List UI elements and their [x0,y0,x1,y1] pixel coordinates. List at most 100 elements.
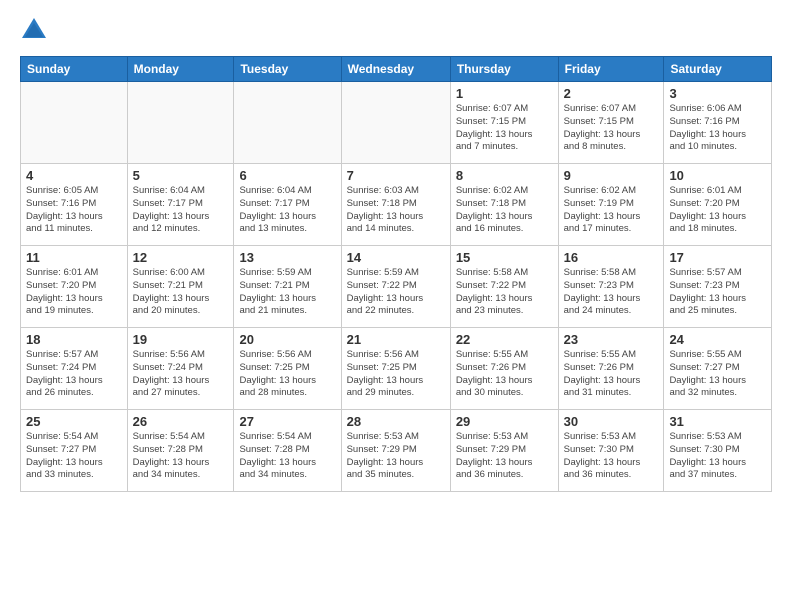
calendar-cell: 18 Sunrise: 5:57 AM Sunset: 7:24 PM Dayli… [21,328,128,410]
day-info: Sunrise: 6:00 AM Sunset: 7:21 PM Dayligh… [133,267,229,318]
weekday-header-thursday: Thursday [450,57,558,82]
day-number: 3 [669,86,766,101]
day-number: 19 [133,332,229,347]
day-number: 6 [239,168,335,183]
weekday-header-tuesday: Tuesday [234,57,341,82]
day-number: 15 [456,250,553,265]
calendar-cell: 5 Sunrise: 6:04 AM Sunset: 7:17 PM Daylig… [127,164,234,246]
calendar-cell: 20 Sunrise: 5:56 AM Sunset: 7:25 PM Dayli… [234,328,341,410]
day-number: 5 [133,168,229,183]
day-info: Sunrise: 5:54 AM Sunset: 7:28 PM Dayligh… [133,431,229,482]
calendar-cell: 2Sunrise: 6:07 AM Sunset: 7:15 PM Daylig… [558,82,664,164]
calendar-cell: 26 Sunrise: 5:54 AM Sunset: 7:28 PM Dayli… [127,410,234,492]
day-info: Sunrise: 5:59 AM Sunset: 7:21 PM Dayligh… [239,267,335,318]
day-number: 14 [347,250,445,265]
day-info: Sunrise: 6:06 AM Sunset: 7:16 PM Dayligh… [669,103,766,154]
weekday-header-monday: Monday [127,57,234,82]
day-info: Sunrise: 5:54 AM Sunset: 7:28 PM Dayligh… [239,431,335,482]
calendar-cell: 27 Sunrise: 5:54 AM Sunset: 7:28 PM Dayli… [234,410,341,492]
day-number: 4 [26,168,122,183]
calendar-cell: 22Sunrise: 5:55 AM Sunset: 7:26 PM Dayli… [450,328,558,410]
day-info: Sunrise: 5:53 AM Sunset: 7:29 PM Dayligh… [347,431,445,482]
weekday-header-saturday: Saturday [664,57,772,82]
day-info: Sunrise: 6:04 AM Sunset: 7:17 PM Dayligh… [133,185,229,236]
calendar-cell [341,82,450,164]
day-info: Sunrise: 6:02 AM Sunset: 7:18 PM Dayligh… [456,185,553,236]
day-number: 16 [564,250,659,265]
day-number: 24 [669,332,766,347]
day-info: Sunrise: 5:57 AM Sunset: 7:24 PM Dayligh… [26,349,122,400]
day-info: Sunrise: 6:04 AM Sunset: 7:17 PM Dayligh… [239,185,335,236]
day-number: 10 [669,168,766,183]
day-number: 9 [564,168,659,183]
day-info: Sunrise: 6:07 AM Sunset: 7:15 PM Dayligh… [564,103,659,154]
day-info: Sunrise: 6:05 AM Sunset: 7:16 PM Dayligh… [26,185,122,236]
calendar-cell: 17 Sunrise: 5:57 AM Sunset: 7:23 PM Dayli… [664,246,772,328]
calendar-cell: 31 Sunrise: 5:53 AM Sunset: 7:30 PM Dayli… [664,410,772,492]
day-number: 27 [239,414,335,429]
day-info: Sunrise: 5:55 AM Sunset: 7:27 PM Dayligh… [669,349,766,400]
calendar-cell: 29 Sunrise: 5:53 AM Sunset: 7:29 PM Dayli… [450,410,558,492]
day-info: Sunrise: 5:53 AM Sunset: 7:30 PM Dayligh… [564,431,659,482]
day-number: 17 [669,250,766,265]
day-number: 1 [456,86,553,101]
calendar-cell: 19 Sunrise: 5:56 AM Sunset: 7:24 PM Dayli… [127,328,234,410]
day-info: Sunrise: 6:01 AM Sunset: 7:20 PM Dayligh… [669,185,766,236]
calendar-cell: 16 Sunrise: 5:58 AM Sunset: 7:23 PM Dayli… [558,246,664,328]
day-number: 21 [347,332,445,347]
calendar-cell [234,82,341,164]
day-info: Sunrise: 6:03 AM Sunset: 7:18 PM Dayligh… [347,185,445,236]
calendar-cell: 15Sunrise: 5:58 AM Sunset: 7:22 PM Dayli… [450,246,558,328]
day-number: 18 [26,332,122,347]
day-info: Sunrise: 5:53 AM Sunset: 7:29 PM Dayligh… [456,431,553,482]
day-info: Sunrise: 5:54 AM Sunset: 7:27 PM Dayligh… [26,431,122,482]
day-number: 31 [669,414,766,429]
day-number: 29 [456,414,553,429]
calendar-cell: 3 Sunrise: 6:06 AM Sunset: 7:16 PM Daylig… [664,82,772,164]
calendar-cell: 28Sunrise: 5:53 AM Sunset: 7:29 PM Dayli… [341,410,450,492]
day-info: Sunrise: 5:56 AM Sunset: 7:25 PM Dayligh… [347,349,445,400]
calendar-cell: 14 Sunrise: 5:59 AM Sunset: 7:22 PM Dayli… [341,246,450,328]
day-number: 30 [564,414,659,429]
week-row-4: 18 Sunrise: 5:57 AM Sunset: 7:24 PM Dayli… [21,328,772,410]
calendar-cell: 9 Sunrise: 6:02 AM Sunset: 7:19 PM Daylig… [558,164,664,246]
week-row-3: 11Sunrise: 6:01 AM Sunset: 7:20 PM Dayli… [21,246,772,328]
day-info: Sunrise: 5:56 AM Sunset: 7:24 PM Dayligh… [133,349,229,400]
header [20,16,772,44]
calendar-cell [127,82,234,164]
calendar-cell: 10 Sunrise: 6:01 AM Sunset: 7:20 PM Dayli… [664,164,772,246]
day-info: Sunrise: 5:56 AM Sunset: 7:25 PM Dayligh… [239,349,335,400]
day-number: 13 [239,250,335,265]
day-number: 26 [133,414,229,429]
calendar-cell: 24 Sunrise: 5:55 AM Sunset: 7:27 PM Dayli… [664,328,772,410]
day-number: 7 [347,168,445,183]
weekday-header-sunday: Sunday [21,57,128,82]
day-number: 11 [26,250,122,265]
calendar-cell: 21 Sunrise: 5:56 AM Sunset: 7:25 PM Dayli… [341,328,450,410]
calendar-cell: 8 Sunrise: 6:02 AM Sunset: 7:18 PM Daylig… [450,164,558,246]
day-info: Sunrise: 5:59 AM Sunset: 7:22 PM Dayligh… [347,267,445,318]
calendar-cell: 25Sunrise: 5:54 AM Sunset: 7:27 PM Dayli… [21,410,128,492]
week-row-1: 1 Sunrise: 6:07 AM Sunset: 7:15 PM Daylig… [21,82,772,164]
calendar-cell: 12Sunrise: 6:00 AM Sunset: 7:21 PM Dayli… [127,246,234,328]
day-info: Sunrise: 5:57 AM Sunset: 7:23 PM Dayligh… [669,267,766,318]
day-number: 8 [456,168,553,183]
day-number: 20 [239,332,335,347]
day-info: Sunrise: 5:58 AM Sunset: 7:23 PM Dayligh… [564,267,659,318]
day-info: Sunrise: 6:07 AM Sunset: 7:15 PM Dayligh… [456,103,553,154]
calendar: SundayMondayTuesdayWednesdayThursdayFrid… [20,56,772,492]
calendar-cell [21,82,128,164]
day-number: 23 [564,332,659,347]
day-info: Sunrise: 5:55 AM Sunset: 7:26 PM Dayligh… [564,349,659,400]
calendar-cell: 11Sunrise: 6:01 AM Sunset: 7:20 PM Dayli… [21,246,128,328]
logo-icon [20,16,48,44]
calendar-cell: 4 Sunrise: 6:05 AM Sunset: 7:16 PM Daylig… [21,164,128,246]
calendar-cell: 13 Sunrise: 5:59 AM Sunset: 7:21 PM Dayli… [234,246,341,328]
calendar-cell: 1 Sunrise: 6:07 AM Sunset: 7:15 PM Daylig… [450,82,558,164]
day-info: Sunrise: 5:53 AM Sunset: 7:30 PM Dayligh… [669,431,766,482]
day-number: 22 [456,332,553,347]
calendar-cell: 23 Sunrise: 5:55 AM Sunset: 7:26 PM Dayli… [558,328,664,410]
weekday-header-row: SundayMondayTuesdayWednesdayThursdayFrid… [21,57,772,82]
day-info: Sunrise: 6:02 AM Sunset: 7:19 PM Dayligh… [564,185,659,236]
weekday-header-wednesday: Wednesday [341,57,450,82]
